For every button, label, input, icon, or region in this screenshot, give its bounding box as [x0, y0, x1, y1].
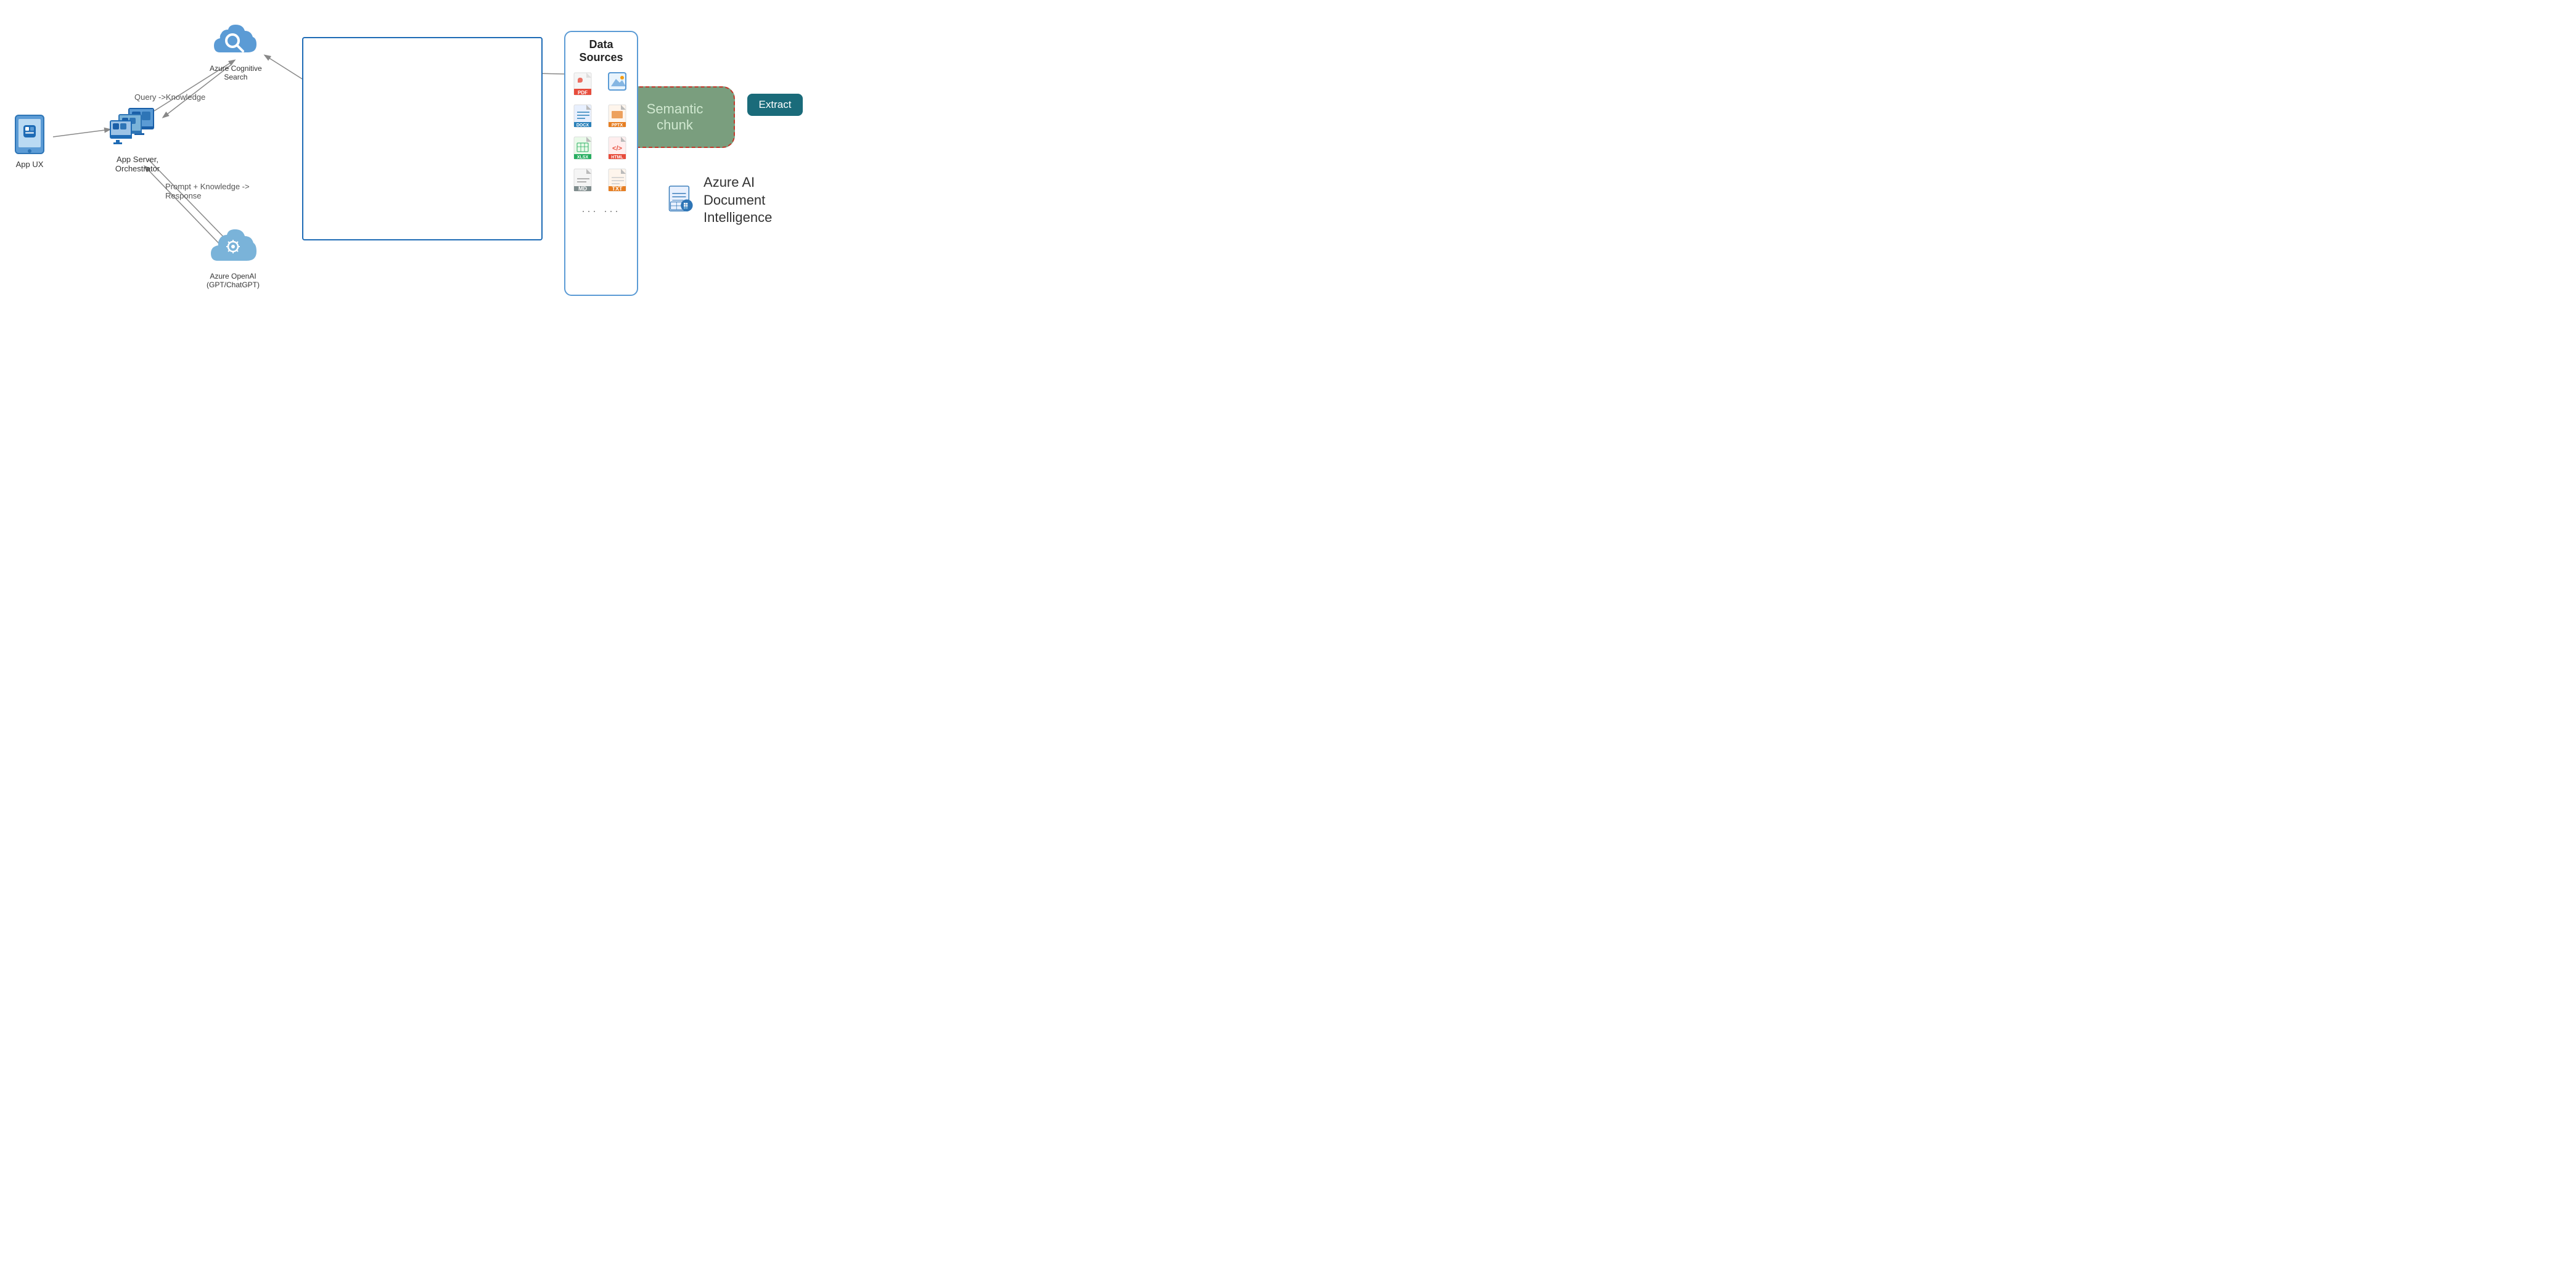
diagram-container: App UX App Server,Orchestrato: [0, 0, 644, 316]
doc-intel-icon-svg: [667, 177, 695, 223]
docx-icon: DOCX: [573, 104, 595, 131]
server-icon: [110, 102, 165, 151]
app-ux: App UX: [14, 114, 46, 169]
svg-text:XLSX: XLSX: [577, 155, 589, 160]
image-icon: [607, 72, 630, 99]
cog-search-label: Azure CognitiveSearch: [210, 64, 262, 81]
openai-label: Azure OpenAI(GPT/ChatGPT): [207, 272, 260, 289]
data-sources-box: Data Sources PDF: [564, 31, 638, 296]
svg-text:PDF: PDF: [578, 90, 588, 96]
svg-text:TXT: TXT: [612, 186, 623, 192]
prompt-knowledge-label: Prompt + Knowledge ->Response: [165, 182, 250, 200]
svg-text:HTML: HTML: [611, 155, 623, 160]
xlsx-icon: XLSX: [573, 136, 595, 163]
svg-text:MD: MD: [578, 186, 587, 192]
tablet-icon: [14, 114, 46, 156]
md-icon: MD: [573, 168, 595, 195]
doc-intel-box: Semanticchunk Extract: [302, 37, 543, 240]
txt-icon: TXT: [607, 168, 630, 195]
query-knowledge-label: Query ->Knowledge: [134, 92, 205, 102]
semantic-chunk-text: Semanticchunk: [647, 101, 703, 134]
svg-text:</>: </>: [612, 145, 622, 152]
openai-icon: [208, 225, 258, 269]
pptx-icon: PPTX: [607, 104, 630, 131]
cog-search: Azure CognitiveSearch: [210, 18, 262, 81]
data-sources-title: Data Sources: [569, 38, 633, 64]
cloud-search-icon: [211, 18, 260, 62]
svg-text:DOCX: DOCX: [576, 123, 589, 128]
doc-intel-text: Azure AI DocumentIntelligence: [703, 174, 784, 227]
html-icon: HTML </>: [607, 136, 630, 163]
pdf-icon: PDF: [573, 72, 595, 99]
openai: Azure OpenAI(GPT/ChatGPT): [207, 225, 260, 289]
doc-intel-label: Azure AI DocumentIntelligence: [667, 174, 784, 227]
file-icons-grid: PDF: [569, 72, 633, 195]
extract-button: Extract: [747, 94, 803, 116]
svg-text:PPTX: PPTX: [612, 123, 623, 128]
more-files-label: ... ...: [581, 202, 620, 215]
app-ux-label: App UX: [16, 160, 44, 169]
app-server: App Server,Orchestrator: [110, 102, 165, 173]
app-server-label: App Server,Orchestrator: [115, 155, 160, 173]
